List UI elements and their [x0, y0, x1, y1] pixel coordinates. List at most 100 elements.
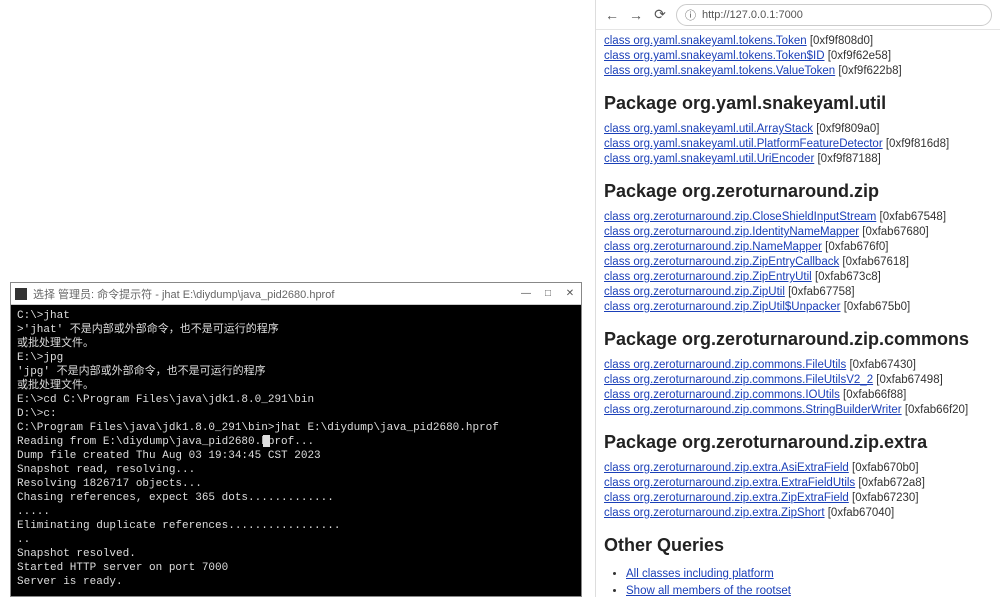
class-line: class org.zeroturnaround.zip.extra.ZipSh…: [604, 506, 992, 521]
class-address: [0xf9f62e58]: [828, 50, 891, 62]
terminal-line: C:\Program Files\java\jdk1.8.0_291\bin>j…: [17, 421, 575, 435]
terminal-line: ..: [17, 533, 575, 547]
class-link[interactable]: class org.zeroturnaround.zip.IdentityNam…: [604, 226, 859, 238]
window-title: 选择 管理员: 命令提示符 - jhat E:\diydump\java_pid…: [33, 286, 519, 302]
class-line: class org.zeroturnaround.zip.commons.Fil…: [604, 358, 992, 373]
package-heading: Package org.zeroturnaround.zip.extra: [604, 432, 992, 453]
browser-window: ← → ⟳ ⓘ http://127.0.0.1:7000 class org.…: [595, 0, 1000, 597]
class-link[interactable]: class org.zeroturnaround.zip.commons.IOU…: [604, 389, 840, 401]
class-address: [0xfab676f0]: [825, 241, 888, 253]
class-line: class org.zeroturnaround.zip.extra.AsiEx…: [604, 461, 992, 476]
terminal-line: 或批处理文件。: [17, 337, 575, 351]
terminal-line: Snapshot resolved.: [17, 547, 575, 561]
package-heading: Package org.yaml.snakeyaml.util: [604, 93, 992, 114]
class-link[interactable]: class org.yaml.snakeyaml.util.UriEncoder: [604, 153, 814, 165]
reload-icon[interactable]: ⟳: [652, 7, 668, 23]
close-button[interactable]: ✕: [563, 287, 577, 301]
window-title-bar[interactable]: 选择 管理员: 命令提示符 - jhat E:\diydump\java_pid…: [11, 283, 581, 305]
class-line: class org.zeroturnaround.zip.extra.Extra…: [604, 476, 992, 491]
class-address: [0xfab67680]: [862, 226, 929, 238]
terminal-line: Snapshot read, resolving...: [17, 463, 575, 477]
class-address: [0xfab67498]: [876, 374, 943, 386]
back-icon[interactable]: ←: [604, 7, 620, 23]
terminal-line: E:\>cd C:\Program Files\java\jdk1.8.0_29…: [17, 393, 575, 407]
class-link[interactable]: class org.zeroturnaround.zip.ZipUtil: [604, 286, 785, 298]
class-line: class org.zeroturnaround.zip.NameMapper …: [604, 240, 992, 255]
class-line: class org.zeroturnaround.zip.ZipUtil$Unp…: [604, 300, 992, 315]
class-address: [0xf9f809a0]: [816, 123, 879, 135]
class-address: [0xfab67618]: [842, 256, 909, 268]
terminal-line: Started HTTP server on port 7000: [17, 561, 575, 575]
class-line: class org.yaml.snakeyaml.util.PlatformFe…: [604, 137, 992, 152]
cursor-icon: [263, 435, 270, 447]
url-text: http://127.0.0.1:7000: [702, 9, 803, 21]
package-heading: Package org.zeroturnaround.zip: [604, 181, 992, 202]
address-bar: ← → ⟳ ⓘ http://127.0.0.1:7000: [596, 0, 1000, 30]
class-line: class org.yaml.snakeyaml.tokens.ValueTok…: [604, 64, 992, 79]
class-link[interactable]: class org.zeroturnaround.zip.ZipEntryUti…: [604, 271, 812, 283]
terminal-line: Resolving 1826717 objects...: [17, 477, 575, 491]
class-link[interactable]: class org.zeroturnaround.zip.NameMapper: [604, 241, 822, 253]
class-link[interactable]: class org.zeroturnaround.zip.extra.Extra…: [604, 477, 855, 489]
terminal-output[interactable]: C:\>jhat>'jhat' 不是内部或外部命令，也不是可运行的程序或批处理文…: [11, 305, 581, 596]
class-line: class org.zeroturnaround.zip.extra.ZipEx…: [604, 491, 992, 506]
class-address: [0xfab670b0]: [852, 462, 919, 474]
query-link[interactable]: Show all members of the rootset: [626, 585, 791, 597]
terminal-window: 选择 管理员: 命令提示符 - jhat E:\diydump\java_pid…: [10, 282, 582, 597]
class-line: class org.zeroturnaround.zip.commons.Str…: [604, 403, 992, 418]
class-address: [0xfab672a8]: [858, 477, 925, 489]
class-link[interactable]: class org.zeroturnaround.zip.commons.Str…: [604, 404, 902, 416]
terminal-line: .....: [17, 505, 575, 519]
class-line: class org.zeroturnaround.zip.ZipEntryUti…: [604, 270, 992, 285]
class-link[interactable]: class org.yaml.snakeyaml.tokens.Token: [604, 35, 807, 47]
terminal-line: 'jpg' 不是内部或外部命令，也不是可运行的程序: [17, 365, 575, 379]
site-info-icon[interactable]: ⓘ: [685, 7, 696, 23]
class-address: [0xf9f816d8]: [886, 138, 949, 150]
terminal-line: C:\>jhat: [17, 309, 575, 323]
terminal-line: Server is ready.: [17, 575, 575, 589]
class-link[interactable]: class org.yaml.snakeyaml.util.PlatformFe…: [604, 138, 883, 150]
class-link[interactable]: class org.zeroturnaround.zip.extra.ZipEx…: [604, 492, 849, 504]
class-address: [0xfab675b0]: [844, 301, 911, 313]
forward-icon[interactable]: →: [628, 7, 644, 23]
terminal-line: Chasing references, expect 365 dots.....…: [17, 491, 575, 505]
class-address: [0xf9f622b8]: [838, 65, 901, 77]
class-line: class org.zeroturnaround.zip.commons.IOU…: [604, 388, 992, 403]
class-line: class org.zeroturnaround.zip.ZipUtil [0x…: [604, 285, 992, 300]
class-link[interactable]: class org.zeroturnaround.zip.ZipEntryCal…: [604, 256, 839, 268]
class-line: class org.yaml.snakeyaml.util.UriEncoder…: [604, 152, 992, 167]
class-address: [0xfab67230]: [852, 492, 919, 504]
class-address: [0xfab67758]: [788, 286, 855, 298]
page-content: class org.yaml.snakeyaml.tokens.Token [0…: [596, 30, 1000, 597]
class-address: [0xfab673c8]: [815, 271, 881, 283]
list-item: Show all members of the rootset: [626, 583, 992, 597]
class-link[interactable]: class org.zeroturnaround.zip.CloseShield…: [604, 211, 876, 223]
terminal-line: Eliminating duplicate references........…: [17, 519, 575, 533]
class-link[interactable]: class org.zeroturnaround.zip.extra.ZipSh…: [604, 507, 825, 519]
class-line: class org.yaml.snakeyaml.tokens.Token$ID…: [604, 49, 992, 64]
terminal-line: 或批处理文件。: [17, 379, 575, 393]
class-line: class org.yaml.snakeyaml.tokens.Token [0…: [604, 34, 992, 49]
class-link[interactable]: class org.yaml.snakeyaml.tokens.Token$ID: [604, 50, 825, 62]
class-address: [0xf9f87188]: [817, 153, 880, 165]
other-queries-list: All classes including platform Show all m…: [626, 566, 992, 597]
maximize-button[interactable]: □: [541, 287, 555, 301]
class-link[interactable]: class org.yaml.snakeyaml.util.ArrayStack: [604, 123, 813, 135]
minimize-button[interactable]: —: [519, 287, 533, 301]
other-queries-heading: Other Queries: [604, 535, 992, 556]
class-address: [0xfab67548]: [880, 211, 947, 223]
terminal-line: D:\>c:: [17, 407, 575, 421]
class-link[interactable]: class org.zeroturnaround.zip.commons.Fil…: [604, 359, 846, 371]
class-line: class org.zeroturnaround.zip.CloseShield…: [604, 210, 992, 225]
url-input[interactable]: ⓘ http://127.0.0.1:7000: [676, 4, 992, 26]
class-link[interactable]: class org.zeroturnaround.zip.ZipUtil$Unp…: [604, 301, 841, 313]
class-line: class org.zeroturnaround.zip.ZipEntryCal…: [604, 255, 992, 270]
class-link[interactable]: class org.zeroturnaround.zip.extra.AsiEx…: [604, 462, 849, 474]
query-link[interactable]: All classes including platform: [626, 568, 774, 580]
class-address: [0xfab66f88]: [843, 389, 906, 401]
terminal-line: Dump file created Thu Aug 03 19:34:45 CS…: [17, 449, 575, 463]
class-link[interactable]: class org.zeroturnaround.zip.commons.Fil…: [604, 374, 873, 386]
class-address: [0xfab66f20]: [905, 404, 968, 416]
class-line: class org.zeroturnaround.zip.IdentityNam…: [604, 225, 992, 240]
class-link[interactable]: class org.yaml.snakeyaml.tokens.ValueTok…: [604, 65, 835, 77]
